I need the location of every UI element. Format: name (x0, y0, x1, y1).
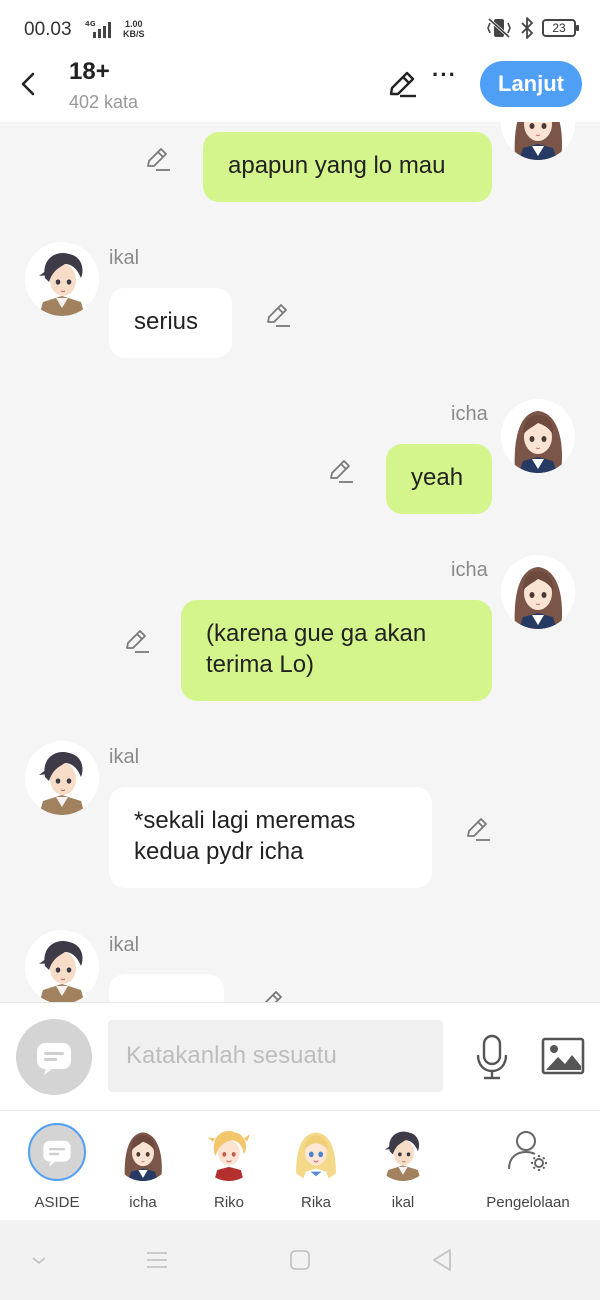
aside-icon (28, 1123, 86, 1181)
ikal-avatar[interactable] (25, 930, 99, 1002)
more-options-icon[interactable]: ··· (432, 62, 462, 88)
character-management[interactable]: Pengelolaan (472, 1123, 584, 1211)
edit-message-icon[interactable] (258, 988, 286, 1002)
battery-icon: 23 (542, 19, 579, 37)
status-bar: 00.03 4G 1.00 KB/S 23 (0, 0, 600, 58)
signal-icon: 4G (85, 20, 111, 38)
character-label: Rika (300, 1194, 331, 1211)
sender-name: ikal (109, 247, 140, 269)
message-bubble[interactable] (109, 974, 224, 1002)
character-bar: ASIDE icha Riko Rika ikal Pengelolaan (0, 1110, 600, 1220)
message-bubble[interactable]: apapun yang lo mau (203, 132, 492, 202)
story-title: 18+ (69, 58, 110, 85)
sender-name: ikal (109, 746, 140, 768)
icha-avatar[interactable] (501, 122, 575, 160)
menu-icon[interactable] (143, 1246, 171, 1274)
message-input[interactable] (108, 1020, 443, 1092)
edit-icon[interactable] (386, 68, 418, 100)
word-count: 402 kata (69, 92, 139, 112)
character-riko[interactable]: Riko (189, 1123, 269, 1211)
character-label: Pengelolaan (486, 1194, 570, 1211)
input-bar (0, 1002, 600, 1110)
edit-message-icon[interactable] (463, 815, 491, 843)
next-button[interactable]: Lanjut (480, 61, 582, 107)
riko-avatar (200, 1123, 258, 1181)
home-icon[interactable] (286, 1246, 314, 1274)
character-ikal[interactable]: ikal (363, 1123, 443, 1211)
vibrate-icon (487, 17, 511, 39)
aside-icon (34, 1037, 74, 1077)
character-rika[interactable]: Rika (276, 1123, 356, 1211)
microphone-icon[interactable] (474, 1033, 510, 1081)
message-bubble[interactable]: serius (109, 288, 232, 358)
character-label: ikal (391, 1194, 415, 1211)
image-icon[interactable] (541, 1036, 585, 1076)
sender-name: icha (451, 403, 488, 425)
character-label: Riko (213, 1194, 244, 1211)
system-nav-bar (0, 1220, 600, 1300)
message-bubble[interactable]: yeah (386, 444, 492, 514)
rika-avatar (287, 1123, 345, 1181)
edit-message-icon[interactable] (122, 627, 150, 655)
icha-avatar (114, 1123, 172, 1181)
sender-name: icha (451, 559, 488, 581)
icha-avatar[interactable] (501, 555, 575, 629)
edit-message-icon[interactable] (263, 301, 291, 329)
edit-message-icon[interactable] (143, 145, 171, 173)
back-icon[interactable] (14, 66, 44, 102)
user-settings-icon (499, 1123, 557, 1181)
aside-button[interactable] (16, 1019, 92, 1095)
network-speed: 1.00 KB/S (123, 19, 145, 39)
edit-message-icon[interactable] (326, 457, 354, 485)
sender-name: ikal (109, 934, 140, 956)
bluetooth-icon (521, 17, 533, 39)
message-bubble[interactable]: (karena gue ga akan terima Lo) (181, 600, 492, 701)
app-header: 18+ 402 kata ··· Lanjut (0, 58, 600, 122)
character-label: ASIDE (34, 1194, 80, 1211)
status-time: 00.03 (24, 19, 72, 40)
back-nav-icon[interactable] (428, 1246, 456, 1274)
message-bubble[interactable]: *sekali lagi meremas kedua pydr icha (109, 787, 432, 888)
ikal-avatar[interactable] (25, 741, 99, 815)
character-icha[interactable]: icha (103, 1123, 183, 1211)
character-aside[interactable]: ASIDE (17, 1123, 97, 1211)
icha-avatar[interactable] (501, 399, 575, 473)
nav-down-icon[interactable] (25, 1246, 53, 1274)
ikal-avatar (374, 1123, 432, 1181)
ikal-avatar[interactable] (25, 242, 99, 316)
character-label: icha (129, 1194, 157, 1211)
svg-text:4G: 4G (85, 20, 96, 28)
chat-area[interactable]: apapun yang lo mau ikal serius icha yeah… (0, 122, 600, 1002)
